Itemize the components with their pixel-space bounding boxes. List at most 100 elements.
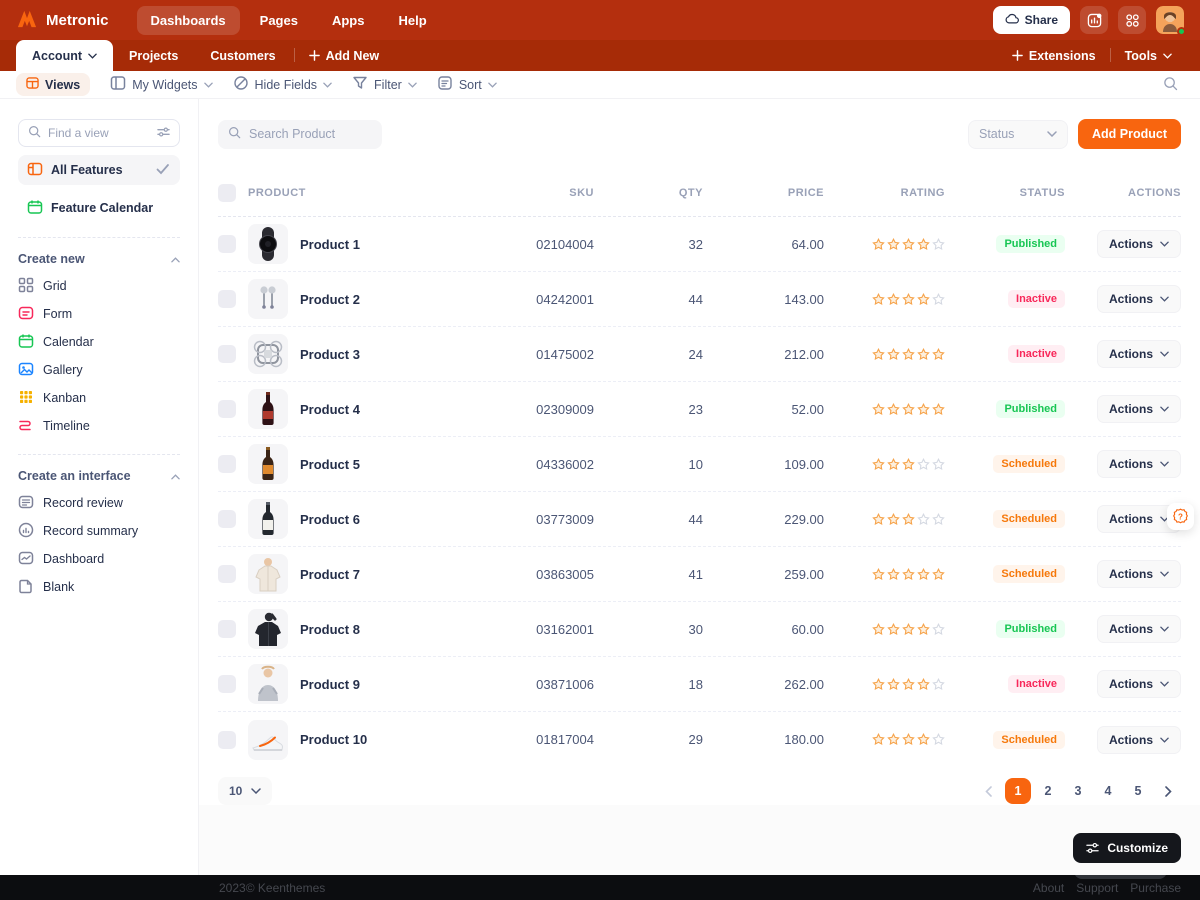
toolbar-hide-fields[interactable]: Hide Fields — [223, 71, 343, 98]
page-button-4[interactable]: 4 — [1095, 778, 1121, 804]
next-page-button[interactable] — [1155, 778, 1181, 804]
toolbar-filter[interactable]: Filter — [342, 71, 427, 98]
share-button[interactable]: Share — [993, 6, 1070, 34]
row-actions-button[interactable]: Actions — [1097, 560, 1181, 588]
row-checkbox[interactable] — [218, 565, 236, 583]
workspace-tab-customers[interactable]: Customers — [194, 40, 291, 71]
select-all-checkbox[interactable] — [218, 184, 236, 202]
sidebar-item-record-summary[interactable]: Record summary — [18, 517, 180, 545]
product-name-link[interactable]: Product 8 — [300, 622, 360, 637]
topnav-apps[interactable]: Apps — [318, 6, 379, 35]
page-size-select[interactable]: 10 — [218, 777, 272, 805]
extensions-button[interactable]: Extensions — [1000, 40, 1108, 71]
topnav-dashboards[interactable]: Dashboards — [137, 6, 240, 35]
add-new-button[interactable]: Add New — [297, 40, 391, 71]
page-button-3[interactable]: 3 — [1065, 778, 1091, 804]
column-header-qty[interactable]: QTY — [594, 187, 703, 199]
star-filled-icon — [917, 623, 930, 636]
sidebar-item-timeline[interactable]: Timeline — [18, 412, 180, 440]
separator — [1110, 48, 1111, 62]
sidebar-item-gallery[interactable]: Gallery — [18, 356, 180, 384]
product-name-link[interactable]: Product 9 — [300, 677, 360, 692]
price-cell: 262.00 — [703, 677, 824, 692]
topnav-help[interactable]: Help — [384, 6, 440, 35]
row-actions-button[interactable]: Actions — [1097, 285, 1181, 313]
product-name-link[interactable]: Product 4 — [300, 402, 360, 417]
sidebar-item-calendar[interactable]: Calendar — [18, 328, 180, 356]
star-empty-icon — [932, 623, 945, 636]
search-product-field[interactable] — [218, 120, 382, 149]
sidebar-item-blank[interactable]: Blank — [18, 573, 180, 601]
product-name-link[interactable]: Product 6 — [300, 512, 360, 527]
workspace-tab-account[interactable]: Account — [16, 40, 113, 71]
find-view-search[interactable] — [18, 119, 180, 147]
user-avatar[interactable] — [1156, 6, 1184, 34]
row-actions-button[interactable]: Actions — [1097, 340, 1181, 368]
row-checkbox[interactable] — [218, 455, 236, 473]
sidebar-item-grid[interactable]: Grid — [18, 272, 180, 300]
metronic-logo[interactable]: Metronic — [16, 9, 109, 32]
row-checkbox[interactable] — [218, 620, 236, 638]
row-checkbox[interactable] — [218, 731, 236, 749]
column-header-product[interactable]: PRODUCT — [248, 187, 484, 199]
tools-menu-button[interactable]: Tools — [1113, 40, 1184, 71]
status-filter-select[interactable]: Status — [968, 120, 1068, 149]
topnav-pages[interactable]: Pages — [246, 6, 312, 35]
star-filled-icon — [902, 513, 915, 526]
page-button-5[interactable]: 5 — [1125, 778, 1151, 804]
add-product-button[interactable]: Add Product — [1078, 119, 1181, 149]
sidebar-item-kanban[interactable]: Kanban — [18, 384, 180, 412]
activity-icon-button[interactable] — [1080, 6, 1108, 34]
sidebar-item-form[interactable]: Form — [18, 300, 180, 328]
column-header-rating[interactable]: RATING — [824, 187, 945, 199]
row-actions-button[interactable]: Actions — [1097, 670, 1181, 698]
qty-cell: 23 — [594, 402, 703, 417]
sidebar-section-title[interactable]: Create an interface — [18, 469, 180, 483]
product-name-link[interactable]: Product 3 — [300, 347, 360, 362]
apps-grid-icon-button[interactable] — [1118, 6, 1146, 34]
search-product-input[interactable] — [249, 127, 369, 141]
row-checkbox[interactable] — [218, 290, 236, 308]
sidebar-view-all-features[interactable]: All Features — [18, 155, 180, 185]
sidebar-section-title[interactable]: Create new — [18, 252, 180, 266]
help-floating-button[interactable]: ? — [1167, 503, 1194, 530]
toolbar-sort[interactable]: Sort — [427, 71, 507, 98]
column-header-price[interactable]: PRICE — [703, 187, 824, 199]
customize-button[interactable]: Customize — [1073, 833, 1181, 863]
row-checkbox[interactable] — [218, 235, 236, 253]
views-button[interactable]: Views — [16, 73, 90, 96]
filter-settings-icon[interactable] — [157, 126, 170, 141]
row-checkbox[interactable] — [218, 400, 236, 418]
row-actions-button[interactable]: Actions — [1097, 615, 1181, 643]
sidebar-item-dashboard[interactable]: Dashboard — [18, 545, 180, 573]
product-name-link[interactable]: Product 1 — [300, 237, 360, 252]
find-view-input[interactable] — [48, 126, 140, 140]
row-actions-button[interactable]: Actions — [1097, 230, 1181, 258]
search-icon[interactable] — [1163, 76, 1178, 94]
sidebar-item-record-review[interactable]: Record review — [18, 489, 180, 517]
column-header-status[interactable]: STATUS — [945, 187, 1065, 199]
product-name-link[interactable]: Product 7 — [300, 567, 360, 582]
page-button-1[interactable]: 1 — [1005, 778, 1031, 804]
row-checkbox[interactable] — [218, 510, 236, 528]
prev-page-button[interactable] — [975, 778, 1001, 804]
star-filled-icon — [902, 623, 915, 636]
product-name-link[interactable]: Product 10 — [300, 732, 367, 747]
row-actions-button[interactable]: Actions — [1097, 726, 1181, 754]
form-icon — [18, 305, 34, 324]
sidebar-view-feature-calendar[interactable]: Feature Calendar — [18, 193, 180, 223]
product-name-link[interactable]: Product 5 — [300, 457, 360, 472]
product-name-link[interactable]: Product 2 — [300, 292, 360, 307]
toolbar-my-widgets[interactable]: My Widgets — [100, 71, 222, 98]
row-checkbox[interactable] — [218, 675, 236, 693]
row-actions-button[interactable]: Actions — [1097, 395, 1181, 423]
rating-stars — [824, 348, 945, 361]
workspace-tab-projects[interactable]: Projects — [113, 40, 194, 71]
row-checkbox[interactable] — [218, 345, 236, 363]
row-actions-button[interactable]: Actions — [1097, 450, 1181, 478]
star-filled-icon — [887, 238, 900, 251]
sku-cell: 03871006 — [484, 677, 594, 692]
column-header-sku[interactable]: SKU — [484, 187, 594, 199]
rating-stars — [824, 733, 945, 746]
page-button-2[interactable]: 2 — [1035, 778, 1061, 804]
